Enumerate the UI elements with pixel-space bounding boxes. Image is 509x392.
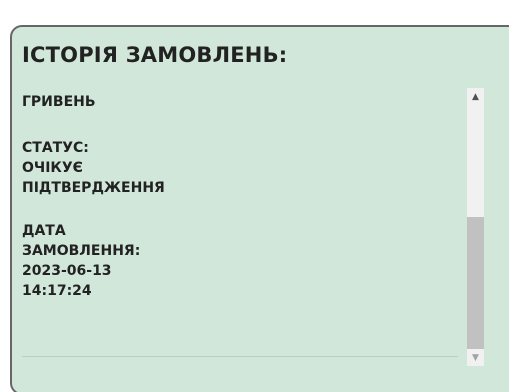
order-status-value-continued: ПІДТВЕРДЖЕННЯ <box>22 180 165 196</box>
order-date-label: ДАТА <box>22 223 66 239</box>
scroll-up-icon[interactable]: ▲ <box>467 88 484 105</box>
entry-divider <box>22 356 458 357</box>
order-status-value: ОЧІКУЄ <box>22 160 83 176</box>
order-date-value: 2023-06-13 <box>22 263 112 279</box>
order-status-label: СТАТУС: <box>22 140 89 156</box>
vertical-scrollbar[interactable]: ▲ ▼ <box>467 88 484 366</box>
order-currency: ГРИВЕНЬ <box>22 94 96 110</box>
scrollbar-thumb[interactable] <box>467 217 484 349</box>
scroll-down-icon[interactable]: ▼ <box>467 349 484 366</box>
order-time-value: 14:17:24 <box>22 283 92 299</box>
order-history-title: ІСТОРІЯ ЗАМОВЛЕНЬ: <box>22 43 288 67</box>
order-history-list[interactable]: ГРИВЕНЬ СТАТУС: ОЧІКУЄ ПІДТВЕРДЖЕННЯ ДАТ… <box>22 88 466 358</box>
page: ІСТОРІЯ ЗАМОВЛЕНЬ: ГРИВЕНЬ СТАТУС: ОЧІКУ… <box>0 0 509 392</box>
order-date-label-continued: ЗАМОВЛЕННЯ: <box>22 243 141 259</box>
